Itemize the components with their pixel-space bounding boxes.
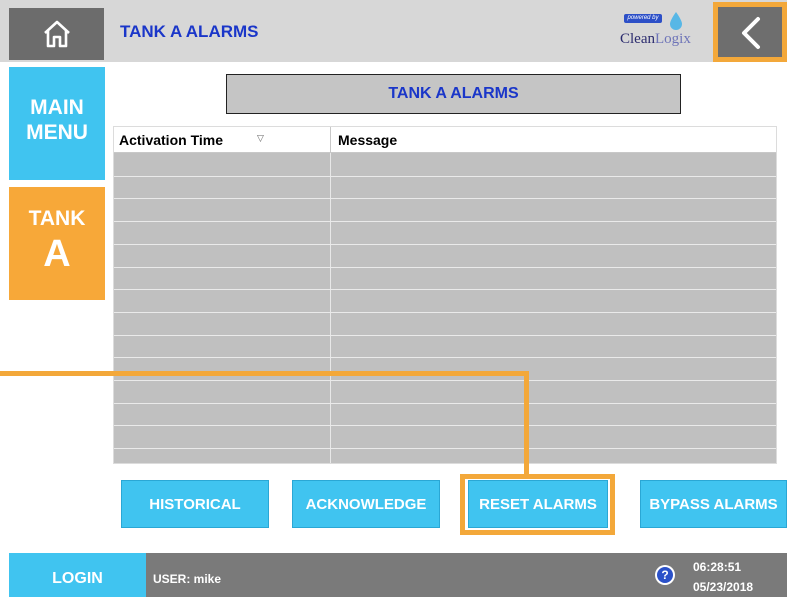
table-row[interactable] xyxy=(114,267,776,268)
table-row[interactable] xyxy=(114,380,776,381)
status-bar xyxy=(146,553,787,597)
help-glyph: ? xyxy=(657,567,673,583)
table-row[interactable] xyxy=(114,425,776,426)
column-header-activation-time[interactable]: Activation Time xyxy=(119,132,223,148)
tank-letter: A xyxy=(43,233,71,275)
home-button[interactable] xyxy=(9,8,104,60)
callout-line-vertical xyxy=(524,371,529,476)
table-row[interactable] xyxy=(114,335,776,336)
home-icon xyxy=(44,20,70,48)
reset-alarms-button[interactable]: RESET ALARMS xyxy=(468,480,608,528)
table-header: Activation Time ▽ Message xyxy=(114,127,776,153)
main-menu-button[interactable]: MAIN MENU xyxy=(9,67,105,180)
table-row[interactable] xyxy=(114,176,776,177)
powered-by-label: powered by xyxy=(624,14,662,23)
page-title: TANK A ALARMS xyxy=(120,22,259,41)
table-row[interactable] xyxy=(114,357,776,358)
column-header-message[interactable]: Message xyxy=(338,132,397,148)
brand-name: CleanLogix xyxy=(620,31,691,47)
tank-a-button[interactable]: TANK A xyxy=(9,187,105,300)
alarm-title-box: TANK A ALARMS xyxy=(226,74,681,114)
clock-time: 06:28:51 xyxy=(693,560,742,574)
cleanlogix-logo: powered by CleanLogix xyxy=(618,12,700,50)
alarm-table[interactable]: Activation Time ▽ Message xyxy=(113,126,777,464)
water-drop-icon xyxy=(670,12,682,30)
bypass-alarms-button[interactable]: BYPASS ALARMS xyxy=(640,480,787,528)
back-button[interactable] xyxy=(713,2,787,62)
table-row[interactable] xyxy=(114,448,776,449)
table-row[interactable] xyxy=(114,221,776,222)
help-icon[interactable]: ? xyxy=(655,565,675,585)
table-body[interactable] xyxy=(114,153,776,463)
tank-label: TANK xyxy=(28,207,86,230)
callout-line-horizontal xyxy=(0,371,529,376)
main-menu-label-line2: MENU xyxy=(26,121,88,144)
table-row[interactable] xyxy=(114,244,776,245)
table-row[interactable] xyxy=(114,289,776,290)
chevron-left-icon xyxy=(742,17,760,49)
column-divider xyxy=(330,153,331,463)
acknowledge-button[interactable]: ACKNOWLEDGE xyxy=(292,480,440,528)
table-row[interactable] xyxy=(114,403,776,404)
sort-desc-icon[interactable]: ▽ xyxy=(257,133,264,144)
login-button[interactable]: LOGIN xyxy=(9,553,146,597)
user-label: USER: mike xyxy=(153,572,222,586)
main-menu-label-line1: MAIN xyxy=(30,96,84,119)
column-divider xyxy=(330,127,331,152)
historical-button[interactable]: HISTORICAL xyxy=(121,480,269,528)
clock-date: 05/23/2018 xyxy=(693,580,754,594)
table-row[interactable] xyxy=(114,312,776,313)
table-row[interactable] xyxy=(114,198,776,199)
